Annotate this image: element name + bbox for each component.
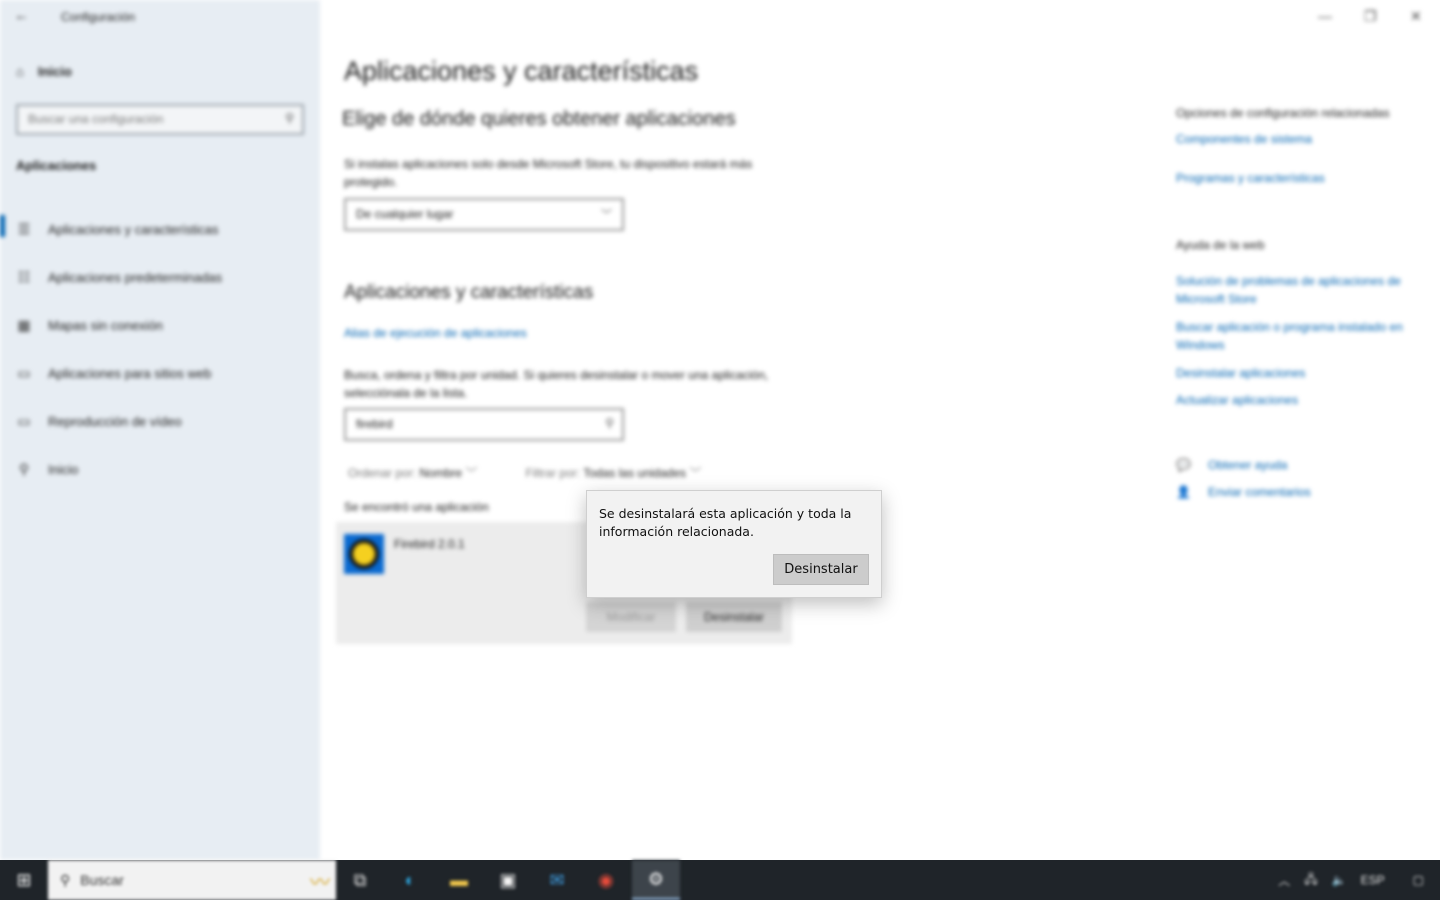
help-link-find[interactable]: Buscar aplicación o programa instalado e…	[1176, 318, 1426, 354]
edge-icon[interactable]: ◐	[386, 860, 434, 900]
filter-label: Filtrar por:	[525, 466, 581, 480]
chrome-icon[interactable]: ◉	[582, 860, 630, 900]
list-icon: ☰	[17, 220, 31, 237]
sidebar-item-startup[interactable]: ⚲ Inicio	[0, 445, 320, 493]
search-icon: ⚲	[60, 871, 71, 888]
settings-gear-icon[interactable]: ⚙	[632, 860, 680, 900]
store-icon[interactable]: ▣	[484, 860, 532, 900]
taskbar-search-input[interactable]: ⚲ Buscar 〰	[48, 860, 336, 900]
firebird-app-icon	[344, 534, 384, 574]
apps-description: Busca, ordena y filtra por unidad. Si qu…	[344, 368, 769, 400]
sidebar-item-label: Inicio	[48, 461, 79, 477]
search-icon: ⚲	[285, 111, 294, 125]
feedback-label: Enviar comentarios	[1208, 485, 1311, 499]
settings-search-placeholder: Buscar una configuración	[28, 112, 164, 126]
sidebar-item-default-apps[interactable]: ☷ Aplicaciones predeterminadas	[0, 253, 320, 301]
taskbar-blur: ⊞ ⚲ Buscar 〰 ⧉ ◐ ▬ ▣ ✉ ◉ ⚙ ︿ 🖧 🔈 ESP ▢	[0, 860, 1440, 900]
found-count: Se encontró una aplicación	[344, 500, 489, 514]
drive-filter-dropdown[interactable]: Filtrar por: Todas las unidades ﹀	[525, 464, 701, 481]
mail-icon[interactable]: ✉	[533, 860, 581, 900]
confirm-uninstall-button[interactable]: Desinstalar	[773, 554, 869, 585]
source-description: Si instalas aplicaciones solo desde Micr…	[344, 157, 753, 189]
close-icon[interactable]: ✕	[1410, 8, 1422, 25]
app-name: Firebird 2.0.1	[394, 537, 465, 551]
sidebar-item-label: Aplicaciones y características	[48, 221, 219, 237]
restore-icon[interactable]: ❐	[1364, 8, 1377, 25]
network-icon[interactable]: 🖧	[1304, 870, 1317, 891]
main-content: — ❐ ✕ Aplicaciones y características Eli…	[320, 0, 1440, 860]
settings-search-input[interactable]: Buscar una configuración ⚲	[16, 104, 304, 135]
sidebar-item-label: Aplicaciones para sitios web	[48, 365, 212, 381]
search-icon: ⚲	[605, 416, 614, 430]
map-icon: ▦	[17, 316, 31, 333]
search-highlight-icon: 〰	[310, 872, 330, 894]
sidebar-item-label: Reproducción de vídeo	[48, 413, 182, 429]
source-select[interactable]: De cualquier lugar ﹀	[344, 198, 624, 231]
defaults-icon: ☷	[17, 268, 31, 285]
sidebar-item-label: Mapas sin conexión	[48, 317, 163, 333]
help-link-store[interactable]: Solución de problemas de aplicaciones de…	[1176, 272, 1426, 308]
sidebar-item-web-apps[interactable]: ▭ Aplicaciones para sitios web	[0, 349, 320, 397]
related-panel: Opciones de configuración relacionadas C…	[1176, 104, 1426, 499]
startup-icon: ⚲	[18, 460, 30, 477]
taskbar: ⊞ ⚲ Buscar 〰 ⧉ ◐ ▬ ▣ ✉ ◉ ⚙ ︿ 🖧 🔈 ESP ▢	[0, 860, 1440, 900]
app-search-input[interactable]: firebird ⚲	[344, 408, 624, 441]
chevron-down-icon: ﹀	[689, 466, 702, 480]
help-heading: Ayuda de la web	[1176, 238, 1265, 252]
sidebar: ← Configuración ⌂ Inicio Buscar una conf…	[0, 0, 320, 860]
window-title: Configuración	[61, 10, 136, 24]
minimize-icon[interactable]: —	[1318, 8, 1332, 24]
modify-button[interactable]: Modificar	[586, 602, 676, 632]
settings-window: ← Configuración ⌂ Inicio Buscar una conf…	[0, 0, 1440, 860]
alias-link[interactable]: Alias de ejecución de aplicaciones	[344, 326, 527, 340]
uninstall-confirm-dialog: Se desinstalará esta aplicación y toda l…	[586, 490, 882, 598]
apps-heading: Aplicaciones y características	[344, 282, 594, 303]
chevron-up-icon[interactable]: ︿	[1278, 872, 1290, 889]
sort-dropdown[interactable]: Ordenar por: Nombre ﹀	[348, 464, 477, 481]
windows-start-icon[interactable]: ⊞	[0, 860, 48, 900]
filter-value: Todas las unidades	[583, 466, 686, 480]
source-select-value: De cualquier lugar	[356, 207, 454, 221]
back-arrow-icon[interactable]: ←	[14, 7, 29, 24]
feedback-icon: 👤	[1176, 485, 1191, 499]
related-heading: Opciones de configuración relacionadas	[1176, 106, 1390, 120]
get-help-link[interactable]: 💬 Obtener ayuda	[1176, 458, 1426, 472]
chevron-down-icon: ﹀	[465, 466, 478, 480]
video-icon: ▭	[17, 412, 31, 429]
taskbar-search-placeholder: Buscar	[80, 872, 124, 888]
volume-icon[interactable]: 🔈	[1332, 873, 1347, 887]
sort-value: Nombre	[419, 466, 463, 480]
sort-label: Ordenar por:	[348, 466, 417, 480]
chevron-down-icon: ﹀	[601, 209, 612, 221]
sidebar-section-label: Aplicaciones	[16, 158, 97, 173]
app-search-value: firebird	[356, 417, 393, 431]
source-heading: Elige de dónde quieres obtener aplicacio…	[342, 108, 736, 130]
page-title: Aplicaciones y características	[344, 56, 699, 86]
system-tray: ︿ 🖧 🔈 ESP ▢	[1278, 860, 1424, 900]
sort-filter-row: Ordenar por: Nombre ﹀ Filtrar por: Todas…	[348, 464, 701, 481]
related-link-components[interactable]: Componentes de sistema	[1176, 130, 1426, 148]
web-icon: ▭	[17, 364, 31, 381]
nav-home[interactable]: ⌂ Inicio	[16, 64, 72, 79]
sidebar-nav: ☰ Aplicaciones y características ☷ Aplic…	[0, 205, 320, 493]
feedback-link[interactable]: 👤 Enviar comentarios	[1176, 485, 1426, 499]
sidebar-item-label: Aplicaciones predeterminadas	[48, 269, 223, 285]
get-help-label: Obtener ayuda	[1208, 458, 1288, 472]
dialog-message: Se desinstalará esta aplicación y toda l…	[599, 506, 852, 539]
task-view-icon[interactable]: ⧉	[336, 860, 384, 900]
blurred-background: ← Configuración ⌂ Inicio Buscar una conf…	[0, 0, 1440, 860]
help-link-update[interactable]: Actualizar aplicaciones	[1176, 391, 1426, 409]
sidebar-item-video[interactable]: ▭ Reproducción de vídeo	[0, 397, 320, 445]
uninstall-button[interactable]: Desinstalar	[686, 602, 782, 632]
file-explorer-icon[interactable]: ▬	[435, 860, 483, 900]
language-indicator[interactable]: ESP	[1361, 873, 1385, 887]
help-link-uninstall[interactable]: Desinstalar aplicaciones	[1176, 364, 1426, 382]
sidebar-item-apps-features[interactable]: ☰ Aplicaciones y características	[0, 205, 320, 253]
sidebar-item-offline-maps[interactable]: ▦ Mapas sin conexión	[0, 301, 320, 349]
notifications-icon[interactable]: ▢	[1413, 873, 1424, 887]
chat-icon: 💬	[1176, 458, 1191, 472]
home-icon: ⌂	[16, 64, 24, 79]
nav-home-label: Inicio	[37, 64, 72, 79]
related-link-programs[interactable]: Programas y características	[1176, 169, 1426, 187]
